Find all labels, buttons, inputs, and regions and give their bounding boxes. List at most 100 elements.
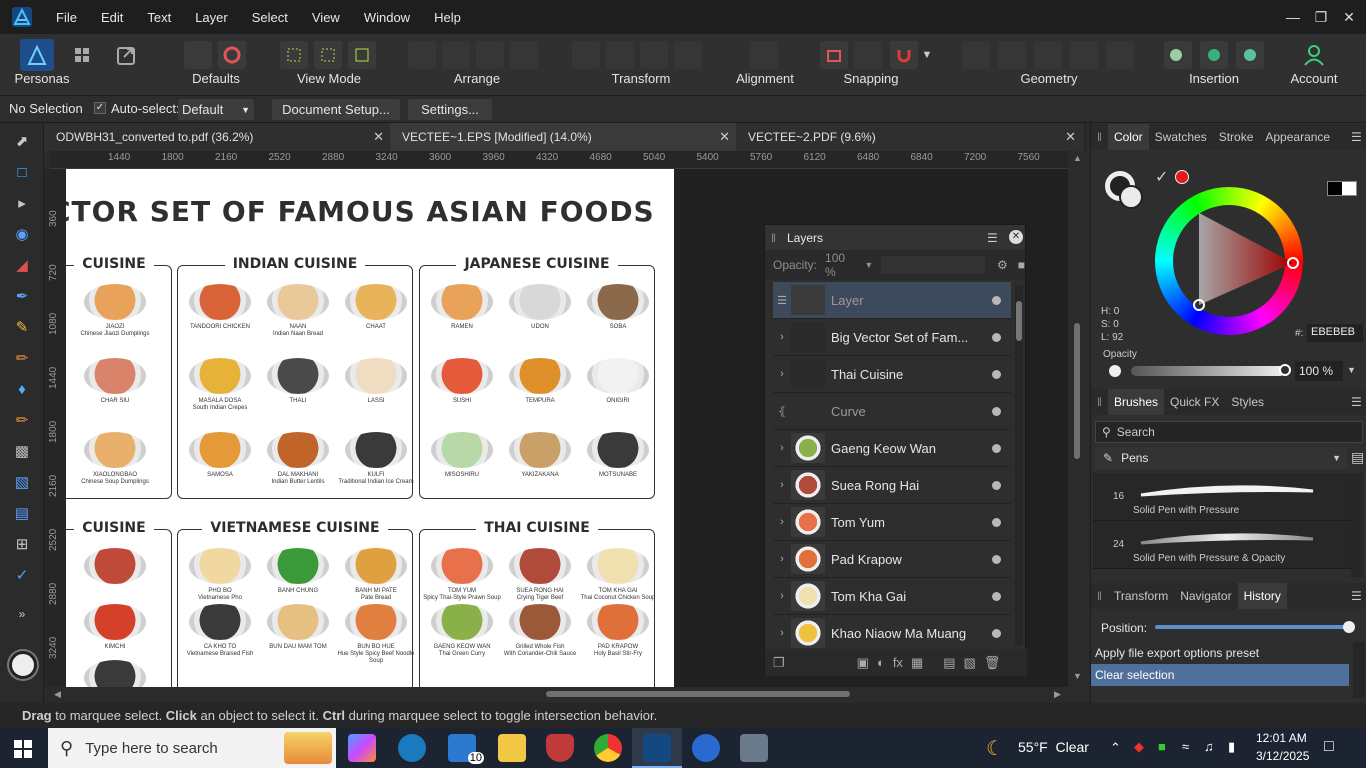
tab-stroke[interactable]: Stroke [1213,130,1260,144]
chevron-right-icon[interactable]: › [773,516,791,528]
food-illustration[interactable]: BANH CHUNG [258,548,338,595]
food-illustration[interactable]: RAMEN [422,284,502,331]
retina-view-icon[interactable] [314,41,342,69]
clock-time[interactable]: 12:01 AM [1256,731,1307,745]
opacity-slider-handle[interactable] [1279,364,1291,376]
layers-panel-header[interactable]: ‖ Layers ☰ ✕ [765,225,1025,250]
history-scrollbar[interactable] [1353,642,1365,698]
app-circle-icon[interactable] [692,734,720,762]
copilot-icon[interactable] [348,734,376,762]
chevron-up-icon[interactable]: ⌃ [1110,740,1121,756]
food-illustration[interactable]: CHAR SIU [75,358,155,405]
hex-input[interactable]: EBEBEB [1307,324,1363,342]
layers-arrange-icon[interactable]: ❐ [773,655,785,671]
notifications-icon[interactable]: □ [1324,738,1334,756]
taskbar-affinity-active[interactable] [632,728,682,768]
close-icon[interactable]: ✕ [373,129,384,145]
tab-appearance[interactable]: Appearance [1259,130,1336,144]
outline-view-icon[interactable] [348,41,376,69]
panel-menu-icon[interactable]: ☰ [1345,395,1366,409]
chevron-right-icon[interactable]: › [773,331,791,343]
visibility-toggle-icon[interactable] [992,592,1001,601]
food-illustration[interactable]: MASALA DOSA South Indian Crepes [180,358,260,412]
account-user-icon[interactable] [1300,41,1328,69]
pen-tool-icon[interactable]: ✒ [12,286,32,306]
close-icon[interactable]: ✕ [719,129,730,145]
tab-document-3[interactable]: VECTEE~2.PDF (9.6%) ✕ [736,123,1084,151]
weather-moon-icon[interactable]: ☾ [986,736,1004,761]
layers-scrollbar[interactable] [1015,285,1023,645]
food-illustration[interactable]: BUN BO HUE Hue Style Spicy Beef Noodle So… [336,604,416,665]
cuisine-section[interactable]: JAPANESE CUISINE RAMEN UDON SOBA SUSHI TEMPUR… [419,256,655,499]
tab-document-1[interactable]: ODWBH31_converted to.pdf (36.2%) ✕ [44,123,392,151]
vertical-scrollbar[interactable]: ▲ ▼ [1068,151,1086,687]
chevron-right-icon[interactable]: › [773,590,791,602]
snapping-grid-icon[interactable] [820,41,848,69]
food-illustration[interactable]: PAD KRAPOW Holy Basil Stir-Fry [578,604,658,658]
paint-brush-tool-icon[interactable]: ✏ [12,410,32,430]
chevron-down-icon[interactable]: ▼ [1347,365,1356,375]
geometry-add-icon[interactable] [962,41,990,69]
place-image-tool-icon[interactable]: ▤ [12,503,32,523]
crop-tool-icon[interactable]: ⊞ [12,534,32,554]
magnet-icon[interactable] [890,41,918,69]
designer-persona-icon[interactable] [20,39,54,71]
chrome-browser-icon[interactable] [594,734,622,762]
lock-icon[interactable]: ■ [1018,258,1025,272]
visibility-toggle-icon[interactable] [992,629,1001,638]
corner-tool-icon[interactable]: ◢ [12,255,32,275]
tab-document-2[interactable]: VECTEE~1.EPS [Modified] (14.0%) ✕ [390,123,738,151]
arrange-backward-icon[interactable] [442,41,470,69]
food-illustration[interactable]: XIAOLONGBAO Chinese Soup Dumplings [75,432,155,486]
food-illustration[interactable]: JIAOZI Chinese Jiaozi Dumplings [75,284,155,338]
tab-color[interactable]: Color [1107,124,1149,150]
food-illustration[interactable]: MISOSHIRU [422,432,502,479]
close-icon[interactable]: ✕ [1009,230,1023,244]
visibility-toggle-icon[interactable] [992,296,1001,305]
layer-row[interactable]: › Pad Krapow [773,541,1011,578]
brush-item-2[interactable]: 24 Solid Pen with Pressure & Opacity [1093,521,1351,569]
close-icon[interactable]: ✕ [1065,129,1076,145]
drag-handle-icon[interactable]: ‖ [771,231,783,245]
scroll-down-icon[interactable]: ▼ [1073,671,1082,681]
brush-search-field[interactable]: ⚲ Search [1095,421,1363,443]
layer-row[interactable]: › Tom Yum [773,504,1011,541]
fx-icon[interactable]: fx [893,655,903,670]
color-mode-toggle[interactable] [1327,181,1357,196]
vector-brush-tool-icon[interactable]: ✏ [12,348,32,368]
menu-view[interactable]: View [300,10,352,25]
layers-scroll-thumb[interactable] [1016,301,1022,341]
opacity-slider[interactable] [1131,364,1291,376]
tab-quick-fx[interactable]: Quick FX [1164,395,1225,409]
drag-handle-icon[interactable]: ‖ [1091,395,1108,409]
horizontal-ruler[interactable]: 1440 1800 2160 2520 2880 3240 3600 3960 4320 4680… [50,151,1068,169]
tab-brushes[interactable]: Brushes [1107,389,1164,415]
food-illustration[interactable]: TANDOORI CHICKEN [180,284,260,331]
scroll-left-icon[interactable]: ◀ [54,689,61,700]
layer-row[interactable]: › Tom Kha Gai [773,578,1011,615]
history-position-slider[interactable] [1155,621,1355,633]
visibility-toggle-icon[interactable] [992,407,1001,416]
affinity-designer-logo-icon[interactable] [0,0,44,34]
food-illustration[interactable]: KIMCHI [75,604,155,651]
battery-icon[interactable]: ▮ [1228,739,1235,755]
chevron-right-icon[interactable]: › [773,479,791,491]
food-illustration[interactable]: NAAN Indian Naan Bread [258,284,338,338]
network-app-icon[interactable] [740,734,768,762]
group-icon[interactable]: ▧ [964,655,976,671]
security-shield-icon[interactable] [546,734,574,762]
pixel-persona-icon[interactable] [68,41,96,69]
cuisine-section[interactable]: CUISINE KIMCHI BIBIMBAP [66,520,172,687]
edge-browser-icon[interactable] [398,734,426,762]
cuisine-section[interactable]: VIETNAMESE CUISINE PHO BO Vietnamese Pho BA… [177,520,416,687]
autoselect-checkbox[interactable]: ✓ [94,102,106,114]
food-illustration[interactable]: PHO BO Vietnamese Pho [180,548,260,602]
food-illustration[interactable]: GAENG KEOW WAN Thai Green Curry [422,604,502,658]
flip-horizontal-icon[interactable] [640,41,668,69]
restore-icon[interactable]: ❐ [1306,0,1336,34]
food-illustration[interactable]: UDON [500,284,580,331]
tab-history[interactable]: History [1237,583,1287,609]
chevron-down-icon[interactable]: ▼ [920,41,934,69]
visibility-toggle-icon[interactable] [992,370,1001,379]
scroll-up-icon[interactable]: ▲ [1073,153,1082,163]
